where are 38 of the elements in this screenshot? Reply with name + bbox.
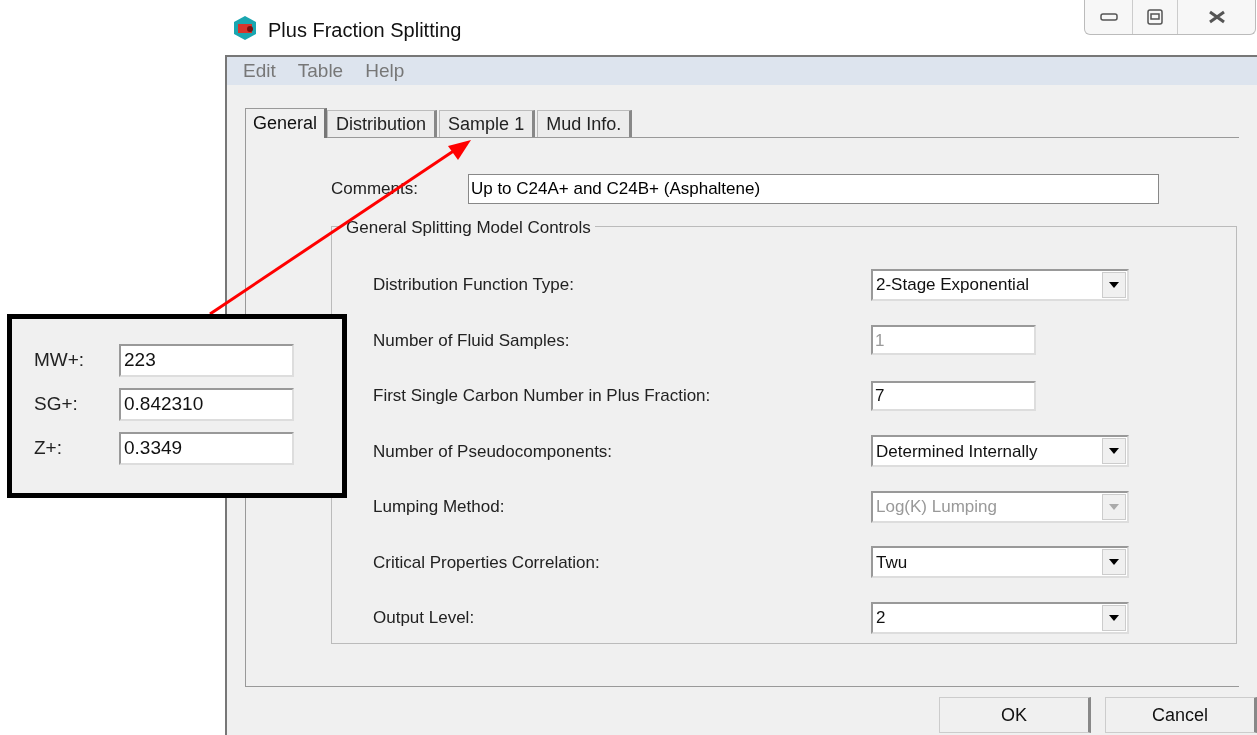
field-label: SG+: [34, 392, 79, 417]
field-label: Lumping Method: [373, 496, 506, 518]
field-label: First Single Carbon Number in Plus Fraction: [373, 385, 712, 407]
menu-item[interactable]: Table [297, 56, 344, 86]
app-cube-icon [232, 15, 258, 41]
dropdown[interactable]: 2 [871, 601, 1129, 634]
menu-item[interactable]: Edit [243, 56, 276, 86]
tab[interactable]: Mud Info. [537, 110, 633, 137]
field-label: Distribution Function Type: [373, 274, 575, 296]
field-label: Number of Pseudocomponents: [373, 440, 614, 463]
tab[interactable]: General [245, 108, 328, 138]
field-label: Number of Fluid Samples: [373, 329, 571, 352]
dropdown[interactable]: Twu [871, 546, 1129, 579]
dropdown-arrow-icon [1109, 614, 1119, 621]
tab[interactable]: Distribution [327, 110, 438, 137]
dropdown-arrow-icon [1109, 559, 1119, 566]
field-label: Critical Properties Correlation: [373, 551, 601, 574]
input-field[interactable]: 7 [871, 380, 1036, 411]
dropdown[interactable]: Determined Internally [871, 435, 1129, 468]
dropdown-arrow-icon [1109, 503, 1119, 510]
menu-item[interactable]: Help [365, 56, 405, 86]
dialog-button[interactable]: Cancel [1105, 697, 1257, 733]
minimize-icon [1099, 13, 1118, 21]
input-field[interactable]: 0.3349 [119, 432, 294, 465]
field-label: Z+: [34, 436, 63, 461]
comments-field[interactable]: Up to C24A+ and C24B+ (Asphaltene) [467, 174, 1159, 204]
input-field[interactable]: 223 [119, 344, 294, 377]
tab[interactable]: Sample 1 [439, 110, 536, 137]
dropdown-arrow-icon [1109, 281, 1119, 288]
dropdown[interactable]: 2-Stage Exponential [871, 268, 1129, 301]
window-title: Plus Fraction Splitting [268, 18, 462, 43]
field-label: Output Level: [373, 607, 476, 629]
dropdown-arrow-icon [1109, 448, 1119, 455]
field-label: MW+: [34, 348, 86, 373]
maximize-icon [1147, 9, 1163, 25]
input-field[interactable]: 0.842310 [119, 388, 294, 421]
close-icon [1207, 10, 1226, 24]
dialog-button[interactable]: OK [939, 697, 1091, 733]
